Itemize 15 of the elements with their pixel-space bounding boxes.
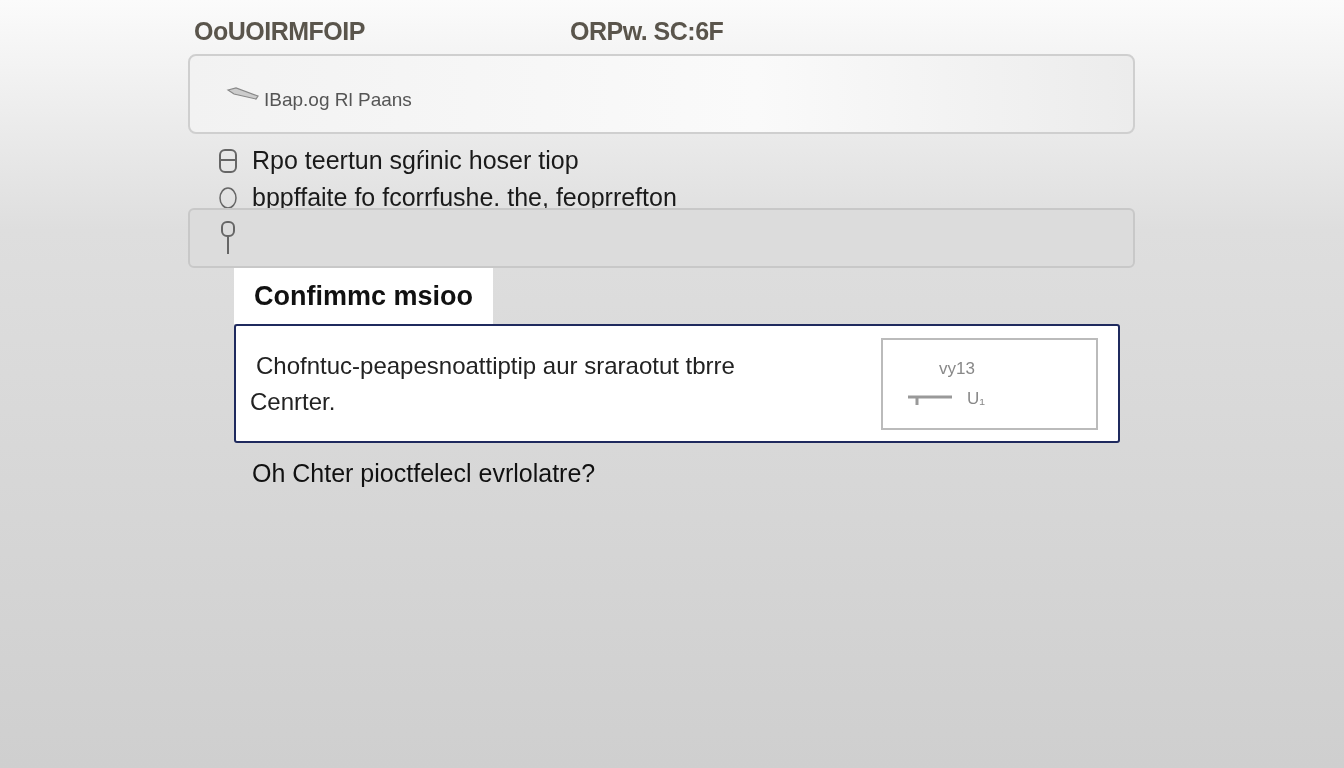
message-text: Cenrter.	[250, 387, 337, 416]
description-text: bppffaite fo fcorrfushe. the, feoprrefton	[252, 183, 677, 212]
tab[interactable]: Confimmc msioo	[234, 268, 494, 324]
preview-label: vy13	[938, 358, 976, 379]
search-field[interactable]: IBap.og Rl Paans	[188, 54, 1135, 134]
cylinder-icon	[218, 147, 238, 174]
key-icon	[220, 220, 236, 256]
preview-label: U₁	[967, 388, 985, 409]
message-text: Chofntuc-peapesnoattiptip aur sraraotut tbrre	[255, 351, 735, 380]
pen-icon	[226, 87, 260, 101]
header-label: OoUOIRMFOIP	[194, 16, 366, 46]
description-text: Rpo teertun sgŕinic hoser tiop	[252, 146, 579, 175]
question-text: Oh Chter pioctfelecl evrlolatre?	[252, 459, 597, 488]
circle-icon	[218, 185, 238, 210]
header-label: ORPw. SC:6F	[570, 16, 725, 46]
